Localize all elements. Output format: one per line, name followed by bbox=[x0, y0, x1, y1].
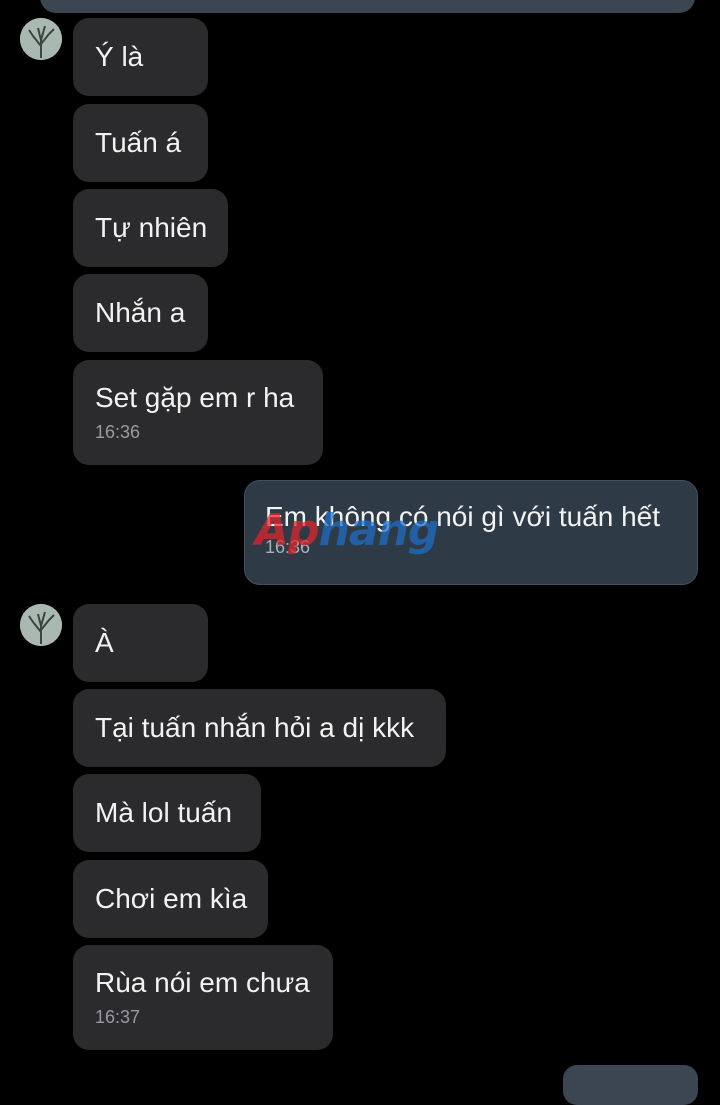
message-bubble[interactable]: Chơi em kìa bbox=[73, 860, 268, 938]
message-text: Mà lol tuấn bbox=[95, 797, 232, 828]
message-bubble[interactable]: Tự nhiên bbox=[73, 189, 228, 267]
message-bubble[interactable]: Mà lol tuấn bbox=[73, 774, 261, 852]
message-bubble[interactable]: Nhắn a bbox=[73, 274, 208, 352]
message-text: Ý là bbox=[95, 41, 144, 72]
message-text: Set gặp em r ha bbox=[95, 382, 295, 413]
previous-outgoing-bubble-edge bbox=[40, 0, 695, 13]
message-text: Tự nhiên bbox=[95, 212, 208, 243]
message-bubble[interactable]: Rùa nói em chưa 16:37 bbox=[73, 945, 333, 1050]
message-bubble[interactable]: Tại tuấn nhắn hỏi a dị kkk bbox=[73, 689, 446, 767]
contact-avatar[interactable] bbox=[20, 18, 62, 60]
next-outgoing-bubble-edge bbox=[563, 1065, 698, 1105]
message-text: Chơi em kìa bbox=[95, 883, 248, 914]
message-text: Nhắn a bbox=[95, 297, 186, 328]
message-text: Tại tuấn nhắn hỏi a dị kkk bbox=[95, 712, 415, 743]
message-bubble[interactable]: Set gặp em r ha 16:36 bbox=[73, 360, 323, 465]
contact-avatar[interactable] bbox=[20, 604, 62, 646]
message-timestamp: 16:37 bbox=[95, 1007, 141, 1027]
message-text: À bbox=[95, 627, 114, 658]
message-bubble[interactable]: Tuấn á bbox=[73, 104, 208, 182]
tree-icon bbox=[20, 604, 62, 646]
message-timestamp: 16:36 bbox=[95, 422, 141, 442]
message-text: Tuấn á bbox=[95, 127, 182, 158]
tree-icon bbox=[20, 18, 62, 60]
message-bubble[interactable]: Ý là bbox=[73, 18, 208, 96]
message-bubble[interactable]: À bbox=[73, 604, 208, 682]
watermark-logo: Aphang bbox=[255, 505, 439, 556]
message-text: Rùa nói em chưa bbox=[95, 967, 310, 998]
